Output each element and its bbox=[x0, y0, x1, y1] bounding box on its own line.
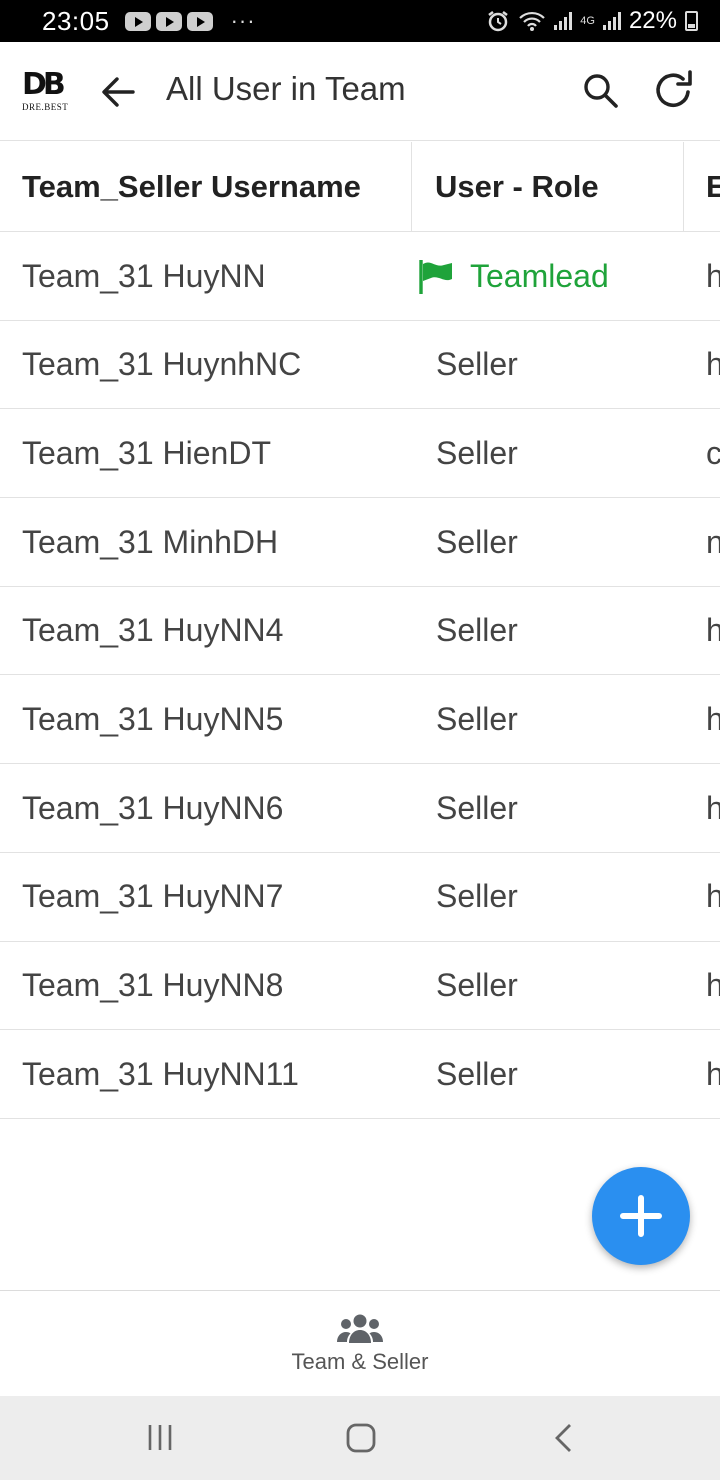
home-icon[interactable] bbox=[345, 1422, 377, 1454]
cell-username: Team_31 HuyNN8 bbox=[22, 967, 284, 1003]
battery-icon bbox=[685, 11, 698, 31]
youtube-icon bbox=[155, 11, 182, 31]
table-row[interactable]: Team_31 HienDT Seller c bbox=[0, 409, 720, 499]
status-time: 23:05 bbox=[42, 5, 110, 36]
overflow-dots: ··· bbox=[230, 8, 256, 33]
logo-sub: DRE.BEST bbox=[22, 102, 69, 112]
cell-role: Seller bbox=[436, 434, 518, 471]
nav-item-team-seller[interactable]: Team & Seller bbox=[291, 1313, 429, 1375]
status-bar: 23:05 ··· 4G 22% bbox=[0, 0, 720, 42]
network-type: 4G bbox=[580, 15, 595, 27]
table-row[interactable]: Team_31 HuyNN6 Seller h bbox=[0, 764, 720, 853]
cell-email: h bbox=[706, 700, 720, 737]
table-row[interactable]: Team_31 HuynhNC Seller h bbox=[0, 321, 720, 410]
cell-username: Team_31 HuyNN4 bbox=[22, 612, 284, 649]
header-email[interactable]: E bbox=[684, 142, 720, 232]
cell-role: Seller bbox=[436, 789, 518, 826]
cell-email: h bbox=[706, 967, 720, 1003]
cell-role: Seller bbox=[436, 700, 518, 737]
table-header: Team_Seller Username User - Role E bbox=[0, 142, 720, 232]
logo: DB DRE.BEST bbox=[22, 67, 69, 116]
table-row[interactable]: Team_31 HuyNN4 Seller h bbox=[0, 587, 720, 676]
nav-label: Team & Seller bbox=[291, 1348, 429, 1374]
signal-icon bbox=[554, 12, 573, 30]
cell-username: Team_31 HuyNN11 bbox=[22, 1055, 299, 1092]
system-back-icon[interactable] bbox=[552, 1422, 576, 1454]
battery-percent: 22% bbox=[628, 7, 677, 34]
recent-apps-icon[interactable] bbox=[146, 1422, 176, 1452]
cell-email: c bbox=[706, 434, 720, 471]
cell-role: Seller bbox=[436, 612, 518, 649]
user-table: Team_Seller Username User - Role E Team_… bbox=[0, 142, 720, 1119]
cell-role: Seller bbox=[436, 523, 518, 560]
cell-email: h bbox=[706, 789, 720, 826]
table-row[interactable]: Team_31 HuyNN11 Seller h bbox=[0, 1030, 720, 1119]
alarm-icon bbox=[488, 11, 509, 32]
table-row[interactable]: Team_31 HuyNN5 Seller h bbox=[0, 675, 720, 765]
back-arrow-icon[interactable] bbox=[98, 72, 138, 112]
search-icon[interactable] bbox=[582, 72, 620, 110]
cell-role: Teamlead bbox=[412, 232, 684, 320]
plus-icon bbox=[620, 1195, 662, 1237]
bottom-nav: Team & Seller bbox=[0, 1290, 720, 1396]
header-username[interactable]: Team_Seller Username bbox=[0, 142, 412, 232]
add-user-button[interactable] bbox=[592, 1167, 690, 1265]
cell-username: Team_31 HuyNN bbox=[22, 257, 266, 294]
refresh-icon[interactable] bbox=[652, 68, 696, 112]
cell-email: h bbox=[706, 612, 720, 649]
flag-icon bbox=[419, 260, 452, 294]
youtube-icon bbox=[186, 11, 213, 31]
role-label: Teamlead bbox=[470, 257, 609, 294]
cell-role: Seller bbox=[436, 878, 518, 915]
signal-icon bbox=[602, 12, 621, 30]
cell-role: Seller bbox=[436, 346, 518, 383]
youtube-icon bbox=[124, 11, 151, 31]
cell-username: Team_31 HienDT bbox=[22, 434, 271, 471]
table-row[interactable]: Team_31 HuyNN Teamlead h bbox=[0, 232, 720, 321]
system-nav-bar bbox=[0, 1396, 720, 1480]
table-row[interactable]: Team_31 MinhDH Seller n bbox=[0, 498, 720, 587]
cell-username: Team_31 HuyNN5 bbox=[22, 700, 284, 737]
app-bar: DB DRE.BEST All User in Team bbox=[0, 42, 720, 141]
cell-username: Team_31 HuynhNC bbox=[22, 346, 302, 383]
table-row[interactable]: Team_31 HuyNN8 Seller h bbox=[0, 942, 720, 1031]
header-role[interactable]: User - Role bbox=[412, 142, 684, 232]
cell-email: h bbox=[706, 878, 720, 915]
cell-email: h bbox=[706, 1055, 720, 1092]
table-body: Team_31 HuyNN Teamlead h Team_31 HuynhNC Sel… bbox=[0, 232, 720, 1119]
cell-email: h bbox=[706, 346, 720, 383]
users-icon bbox=[336, 1314, 383, 1343]
page-title: All User in Team bbox=[166, 70, 406, 107]
logo-mark: DB bbox=[22, 67, 66, 102]
cell-email: h bbox=[706, 257, 720, 294]
cell-role: Seller bbox=[436, 967, 518, 1003]
teamlead-badge: Teamlead bbox=[418, 258, 609, 295]
cell-role: Seller bbox=[436, 1055, 518, 1092]
cell-username: Team_31 HuyNN6 bbox=[22, 789, 284, 826]
table-row[interactable]: Team_31 HuyNN7 Seller h bbox=[0, 853, 720, 942]
cell-email: n bbox=[706, 523, 720, 560]
cell-username: Team_31 HuyNN7 bbox=[22, 878, 284, 915]
cell-username: Team_31 MinhDH bbox=[22, 523, 279, 560]
wifi-icon bbox=[519, 11, 546, 31]
